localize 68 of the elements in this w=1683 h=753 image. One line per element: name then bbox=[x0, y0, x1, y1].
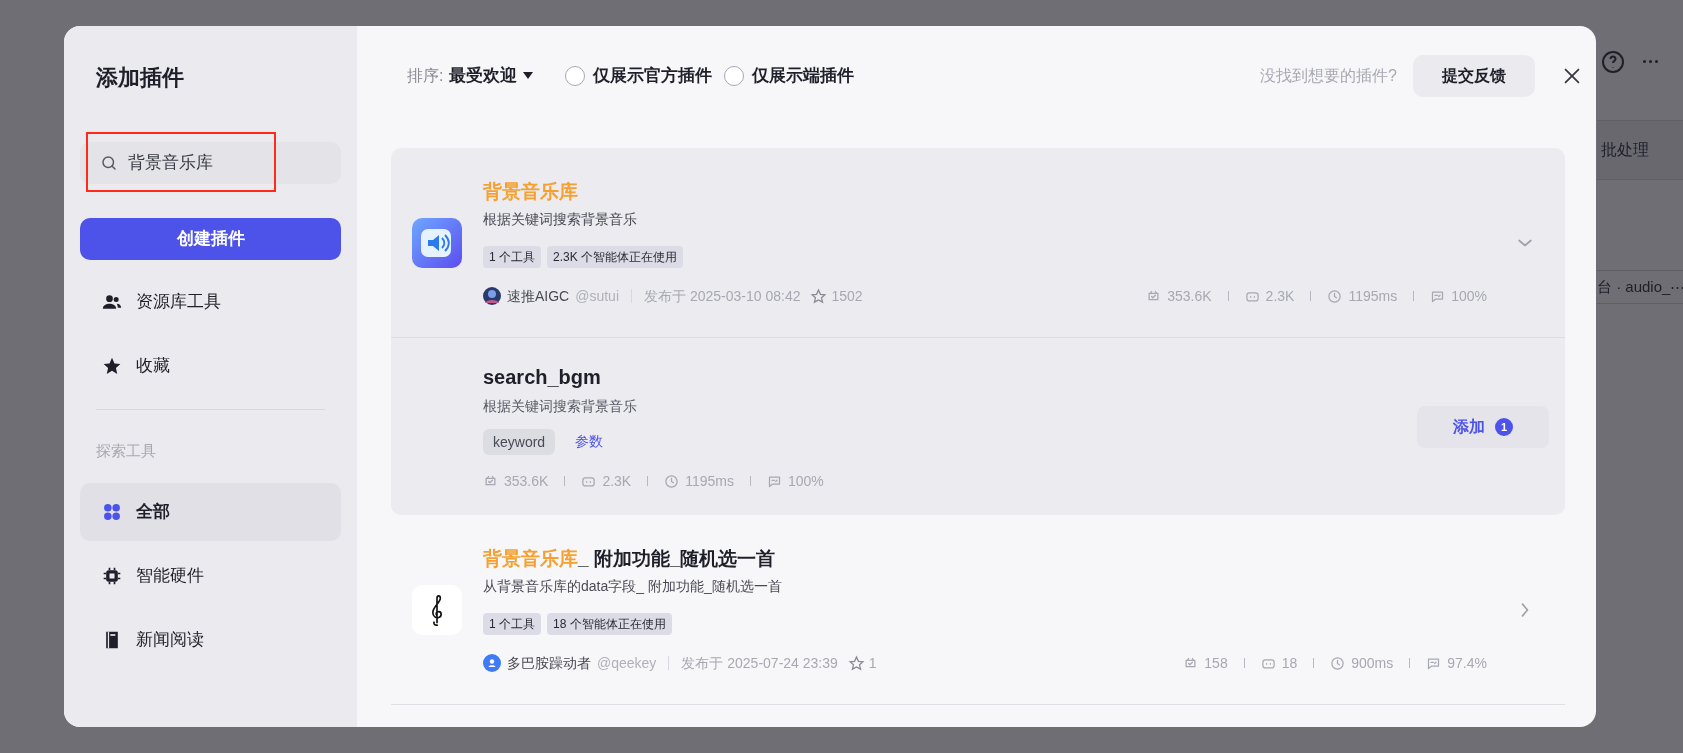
plugin-title[interactable]: 背景音乐库_ 附加功能_随机选一首 bbox=[483, 545, 1487, 572]
feedback-prompt: 没找到想要的插件? bbox=[1260, 66, 1397, 86]
message-check-icon bbox=[766, 473, 782, 489]
nav-item[interactable]: 资源库工具 bbox=[80, 273, 341, 331]
add-button[interactable]: 添加 1 bbox=[1417, 405, 1549, 448]
nav-item[interactable]: 全部 bbox=[80, 482, 341, 541]
star-outline-icon bbox=[810, 287, 828, 305]
tag: 2.3K 个智能体正在使用 bbox=[547, 245, 684, 268]
grid-icon bbox=[102, 501, 122, 522]
caret-icon bbox=[523, 72, 534, 80]
author-handle: @qeekey bbox=[597, 653, 657, 673]
stat-value: 97.4% bbox=[1447, 653, 1487, 673]
stat-value: 1195ms bbox=[685, 471, 734, 491]
filter-radio[interactable]: 仅展示官方插件 bbox=[565, 63, 713, 89]
author-name: 多巴胺躁动者 bbox=[507, 653, 591, 673]
stat-value: 353.6K bbox=[1167, 286, 1212, 306]
tag: 1 个工具 bbox=[483, 245, 541, 268]
nav-item[interactable]: 新闻阅读 bbox=[80, 610, 341, 669]
message-check-icon bbox=[1426, 655, 1442, 671]
author-name: 速推AIGC bbox=[507, 286, 570, 306]
publish-date: 发布于 2025-03-10 08:42 bbox=[644, 286, 801, 306]
node-label: 台 · audio_⋯ bbox=[1597, 276, 1683, 297]
stat-value: 1195ms bbox=[1348, 286, 1398, 306]
dialog-title: 添加插件 bbox=[96, 64, 185, 92]
section-label: 探索工具 bbox=[96, 441, 157, 461]
favorite-count: 1 bbox=[868, 653, 877, 673]
stat-value: 2.3K bbox=[602, 471, 632, 491]
publish-date: 发布于 2025-07-24 23:39 bbox=[681, 653, 838, 673]
treble-clef-icon bbox=[412, 584, 462, 635]
help-icon[interactable] bbox=[1601, 50, 1625, 74]
tag: 1 个工具 bbox=[483, 612, 541, 635]
chip-icon bbox=[102, 565, 122, 586]
message-check-icon bbox=[1430, 288, 1446, 304]
star-outline-icon bbox=[847, 654, 865, 672]
speaker-icon bbox=[412, 217, 462, 268]
count-badge: 1 bbox=[1495, 417, 1513, 436]
stat-value: 18 bbox=[1281, 653, 1298, 673]
stat-value: 353.6K bbox=[504, 471, 549, 491]
search-field[interactable]: 背景音乐库 bbox=[80, 142, 341, 184]
clock-icon bbox=[1327, 288, 1343, 304]
tool-name: search_bgm bbox=[483, 364, 602, 390]
stat-value: 100% bbox=[1451, 286, 1487, 306]
nav-item[interactable]: 智能硬件 bbox=[80, 546, 341, 605]
filter-radio[interactable]: 仅展示端插件 bbox=[724, 63, 855, 89]
stat-value: 100% bbox=[787, 471, 824, 491]
sort-dropdown[interactable]: 最受欢迎 bbox=[449, 63, 534, 89]
tag: 18 个智能体正在使用 bbox=[547, 612, 672, 635]
sort-label: 排序: bbox=[407, 66, 444, 86]
author-handle: @sutui bbox=[575, 286, 620, 306]
create-plugin-button[interactable]: 创建插件 bbox=[80, 218, 341, 260]
stat-value: 900ms bbox=[1351, 653, 1394, 673]
stat-value: 158 bbox=[1204, 653, 1228, 673]
users-icon bbox=[102, 292, 122, 312]
clock-icon bbox=[664, 473, 680, 489]
favorite-count: 1502 bbox=[831, 286, 863, 306]
user-avatar-icon bbox=[483, 654, 501, 672]
params-link[interactable]: 参数 bbox=[575, 431, 604, 452]
search-icon bbox=[100, 154, 118, 172]
tool-description: 根据关键词搜索背景音乐 bbox=[483, 396, 638, 416]
star-icon bbox=[102, 356, 122, 376]
clock-icon bbox=[1330, 655, 1346, 671]
stat-value: 2.3K bbox=[1265, 286, 1295, 306]
plugin-description: 从背景音乐库的data字段_ 附加功能_随机选一首 bbox=[483, 576, 783, 596]
plugin-description: 根据关键词搜索背景音乐 bbox=[483, 209, 638, 229]
param-tag: keyword bbox=[483, 428, 556, 455]
more-icon[interactable] bbox=[1643, 60, 1658, 63]
nav-item[interactable]: 收藏 bbox=[80, 337, 341, 395]
feedback-button[interactable]: 提交反馈 bbox=[1413, 55, 1535, 97]
